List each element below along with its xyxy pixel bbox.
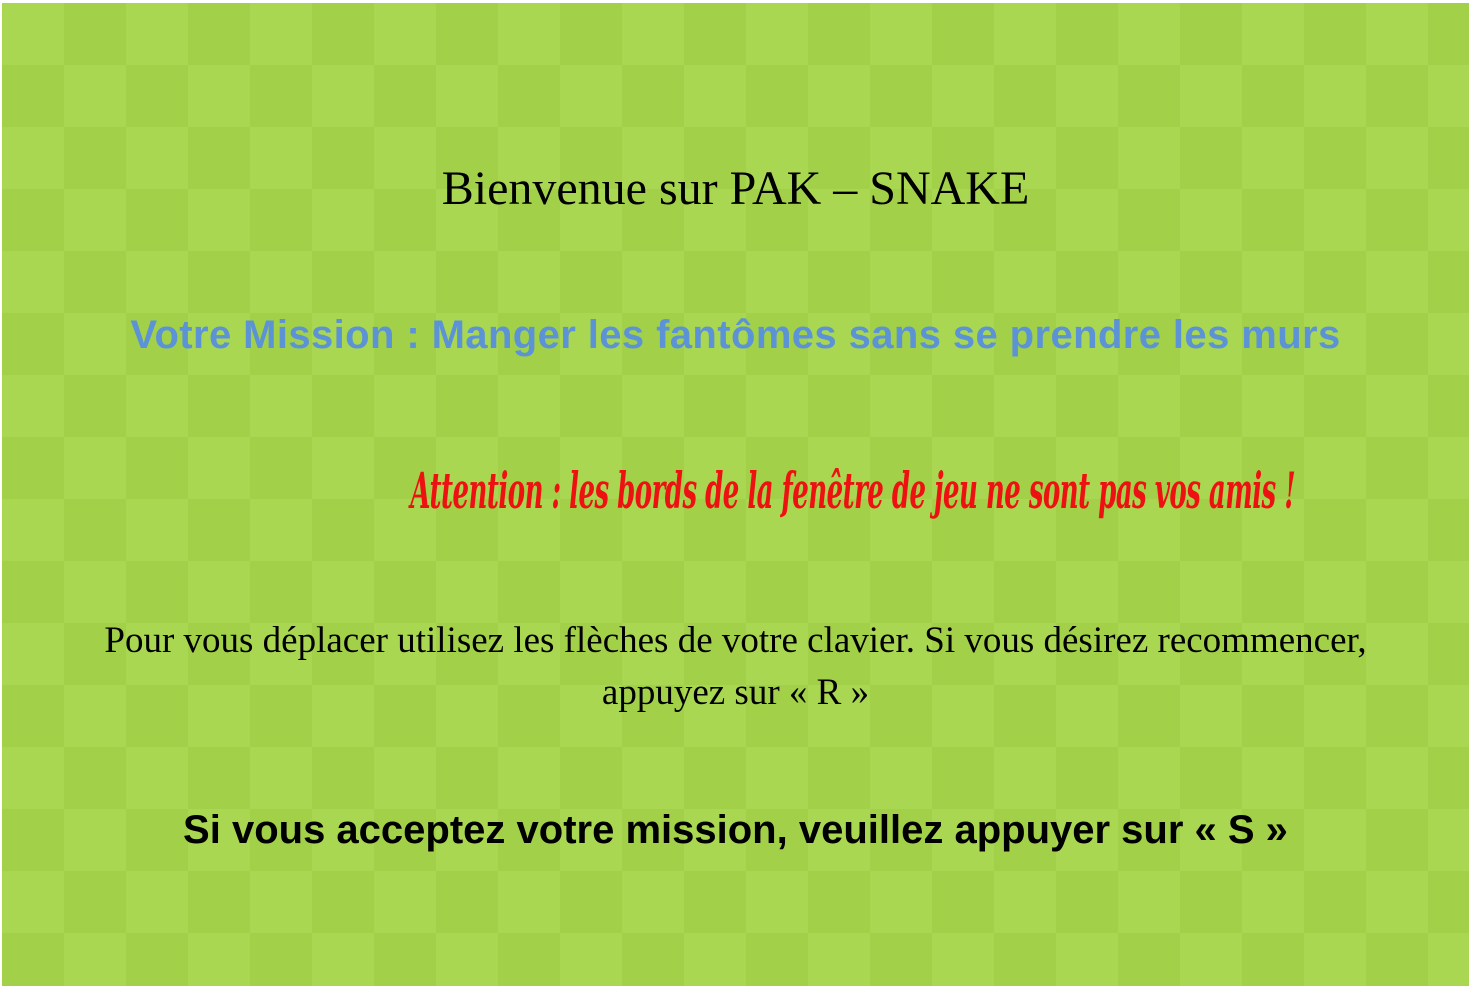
controls-instructions-line-2: appuyez sur « R » [601, 672, 870, 713]
controls-instructions-line-1: Pour vous déplacer utilisez les flèches … [104, 620, 1367, 661]
start-prompt: Si vous acceptez votre mission, veuillez… [183, 808, 1288, 852]
game-start-screen[interactable]: Bienvenue sur PAK – SNAKE Votre Mission … [2, 3, 1469, 986]
controls-instructions: Pour vous déplacer utilisez les flèches … [2, 615, 1469, 719]
warning-text: Attention : les bords de la fenêtre de j… [2, 461, 1469, 520]
warning-text-label: Attention : les bords de la fenêtre de j… [410, 461, 1296, 520]
welcome-title: Bienvenue sur PAK – SNAKE [441, 162, 1030, 215]
mission-text: Votre Mission : Manger les fantômes sans… [130, 313, 1341, 357]
